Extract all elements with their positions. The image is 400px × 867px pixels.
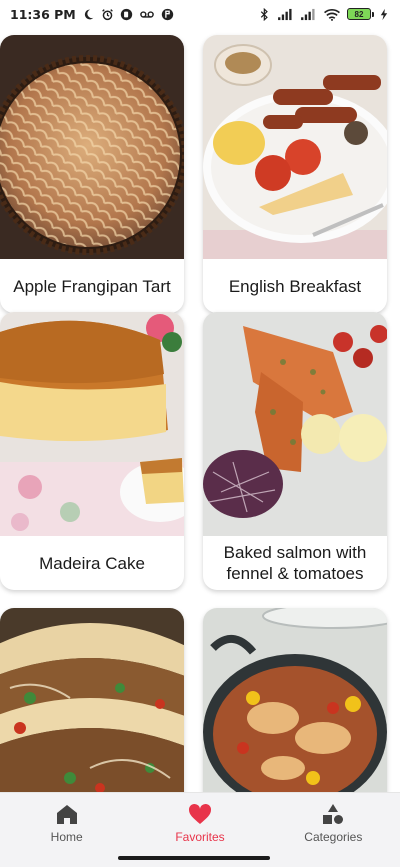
nav-favorites[interactable]: Favorites (133, 793, 266, 852)
chicken-casserole-photo (203, 608, 387, 808)
signal-icon (278, 8, 292, 20)
app-notification-icon (120, 8, 132, 20)
alarm-icon (101, 8, 113, 20)
nav-label: Categories (304, 830, 363, 844)
nav-label: Home (50, 830, 83, 844)
meal-title: Baked salmon with fennel & tomatoes (223, 543, 367, 583)
meal-card[interactable]: English Breakfast (203, 35, 387, 313)
nav-categories[interactable]: Categories (267, 793, 400, 852)
status-time: 11:36 PM (10, 6, 76, 22)
meal-card[interactable] (0, 608, 184, 808)
apple-tart-photo (0, 35, 184, 259)
bottom-navigation: Home Favorites Categories (0, 792, 400, 852)
battery-level: 82 (354, 9, 364, 19)
shapes-icon (323, 804, 344, 824)
nav-home[interactable]: Home (0, 793, 133, 852)
signal-icon (301, 8, 315, 20)
meal-card[interactable]: Apple Frangipan Tart (0, 35, 184, 313)
home-indicator[interactable] (118, 856, 270, 860)
meal-title: Apple Frangipan Tart (13, 276, 171, 296)
baked-salmon-photo (203, 312, 387, 536)
bluetooth-icon (260, 7, 268, 21)
app-notification-icon (161, 8, 173, 20)
heart-icon (188, 803, 212, 824)
madeira-cake-photo (0, 312, 184, 536)
moon-icon (84, 9, 94, 19)
meal-title: Madeira Cake (39, 553, 145, 573)
wifi-icon (324, 8, 340, 21)
status-bar: 11:36 PM 82 (0, 0, 400, 28)
charging-icon (380, 8, 388, 20)
voicemail-icon (139, 10, 154, 18)
tacos-photo (0, 608, 184, 808)
english-breakfast-photo (203, 35, 387, 259)
meal-card[interactable]: Madeira Cake (0, 312, 184, 590)
meal-card[interactable] (203, 608, 387, 808)
meal-card[interactable]: Baked salmon with fennel & tomatoes (203, 312, 387, 590)
battery-icon: 82 (347, 8, 374, 20)
home-icon (56, 805, 77, 824)
meal-title: English Breakfast (228, 276, 362, 296)
nav-label: Favorites (175, 830, 225, 844)
